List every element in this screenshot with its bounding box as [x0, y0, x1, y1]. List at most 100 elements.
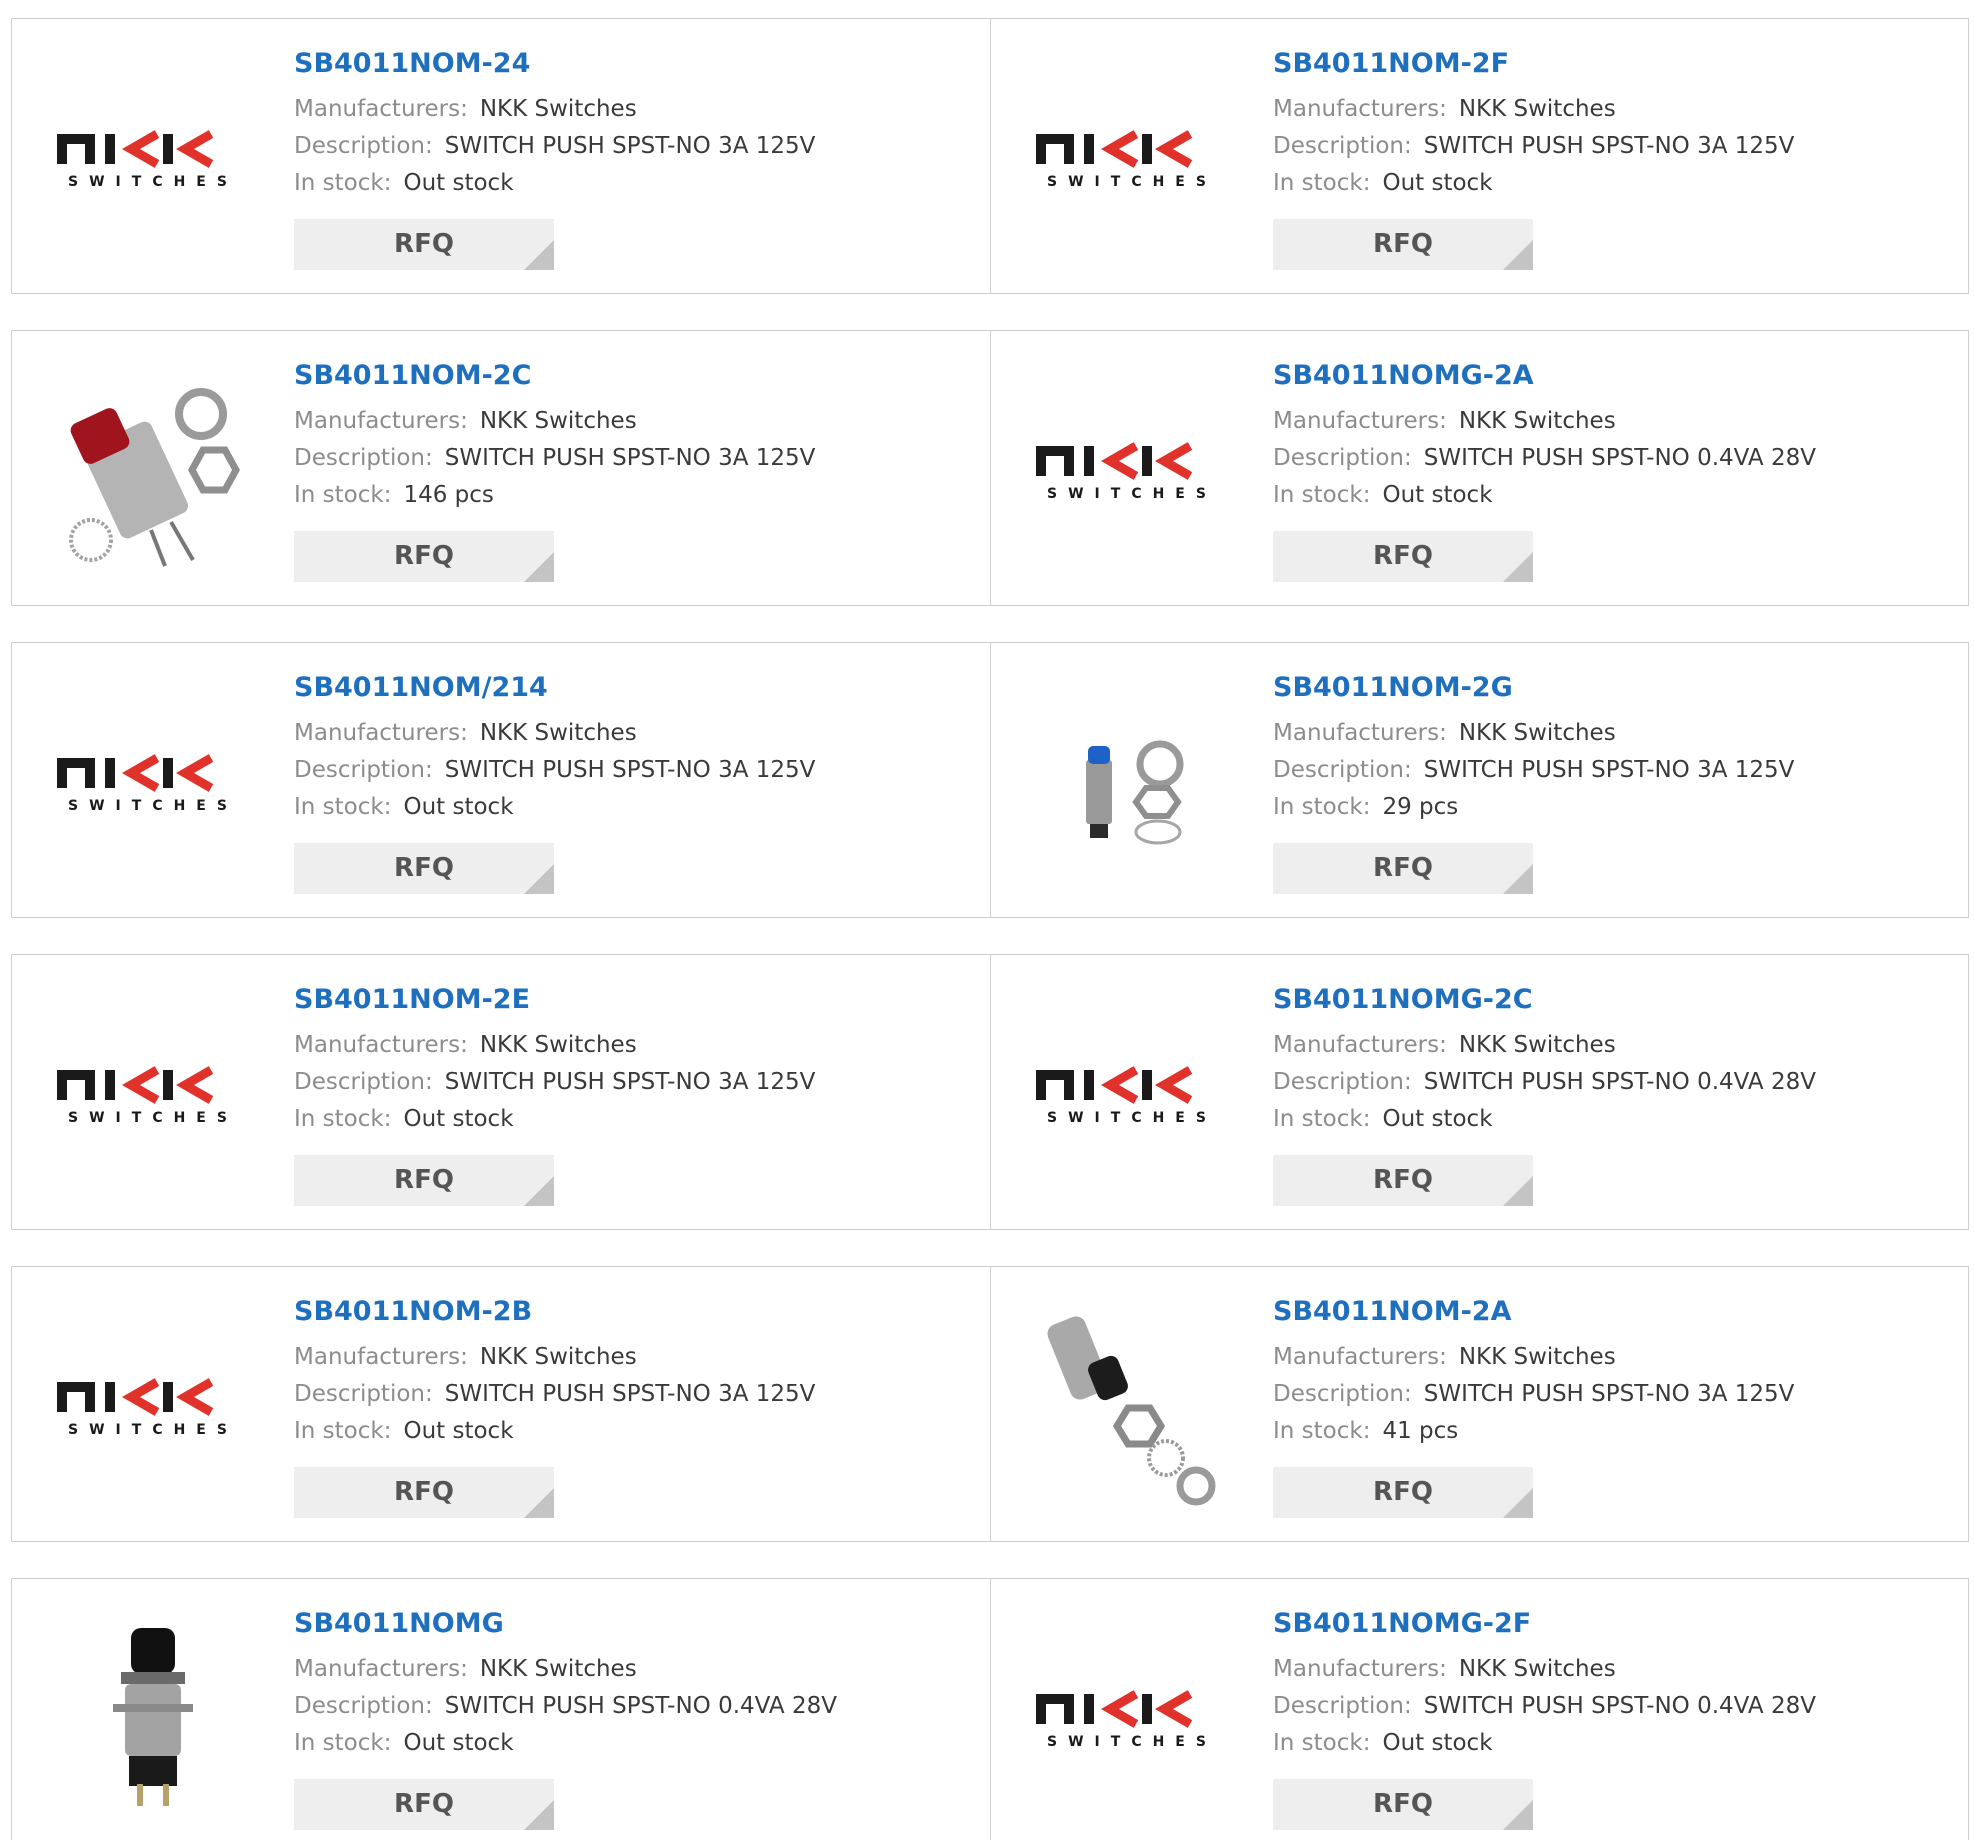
manufacturer-label: Manufacturers:: [1273, 96, 1447, 122]
product-image[interactable]: SWITCHES: [52, 1305, 254, 1507]
rfq-button[interactable]: RFQ: [294, 531, 554, 582]
part-number-link[interactable]: SB4011NOM-2G: [1273, 671, 1958, 705]
product-image[interactable]: [1031, 681, 1233, 883]
description-row: Description: SWITCH PUSH SPST-NO 3A 125V: [294, 1376, 980, 1413]
part-number-link[interactable]: SB4011NOM-24: [294, 47, 980, 81]
stock-label: In stock:: [1273, 170, 1371, 196]
rfq-button[interactable]: RFQ: [294, 1467, 554, 1518]
stock-value: 29 pcs: [1382, 794, 1459, 820]
product-image[interactable]: [52, 369, 254, 571]
part-number-link[interactable]: SB4011NOM-2A: [1273, 1295, 1958, 1329]
stock-row: In stock: Out stock: [1273, 1101, 1958, 1138]
product-info: SB4011NOM-2F Manufacturers: NKK Switches De…: [1273, 47, 1958, 202]
product-grid: SWITCHES SB4011NOM-24 Manufacturers: NKK Sw…: [0, 0, 1974, 1840]
manufacturer-row: Manufacturers: NKK Switches: [1273, 715, 1958, 752]
stock-value: 146 pcs: [403, 482, 494, 508]
description-label: Description:: [1273, 1693, 1412, 1719]
description-row: Description: SWITCH PUSH SPST-NO 0.4VA 28…: [1273, 1688, 1958, 1725]
rfq-label: RFQ: [1373, 1165, 1433, 1195]
manufacturer-value: NKK Switches: [479, 1032, 637, 1058]
manufacturer-label: Manufacturers:: [294, 1656, 468, 1682]
product-image[interactable]: [52, 1617, 254, 1819]
description-value: SWITCH PUSH SPST-NO 3A 125V: [444, 445, 816, 471]
rfq-label: RFQ: [394, 541, 454, 571]
part-number-link[interactable]: SB4011NOMG: [294, 1607, 980, 1641]
part-number-link[interactable]: SB4011NOM-2B: [294, 1295, 980, 1329]
stock-label: In stock:: [294, 170, 392, 196]
manufacturer-label: Manufacturers:: [294, 96, 468, 122]
product-image[interactable]: SWITCHES: [52, 681, 254, 883]
part-number-link[interactable]: SB4011NOMG-2F: [1273, 1607, 1958, 1641]
corner-triangle-icon: [1503, 1800, 1533, 1830]
stock-value: Out stock: [403, 170, 514, 196]
description-row: Description: SWITCH PUSH SPST-NO 3A 125V: [1273, 1376, 1958, 1413]
rfq-button[interactable]: RFQ: [1273, 843, 1533, 894]
description-label: Description:: [294, 445, 433, 471]
stock-label: In stock:: [294, 482, 392, 508]
description-label: Description:: [1273, 133, 1412, 159]
stock-value: Out stock: [1382, 1730, 1493, 1756]
manufacturer-label: Manufacturers:: [1273, 1032, 1447, 1058]
part-number-link[interactable]: SB4011NOM-2F: [1273, 47, 1958, 81]
product-image[interactable]: SWITCHES: [1031, 1617, 1233, 1819]
product-image[interactable]: [1031, 1305, 1233, 1507]
stock-row: In stock: Out stock: [294, 789, 980, 826]
rfq-label: RFQ: [1373, 229, 1433, 259]
logo-text: SWITCHES: [68, 798, 238, 814]
stock-row: In stock: Out stock: [294, 1725, 980, 1762]
product-info: SB4011NOM-2E Manufacturers: NKK Switches De…: [294, 983, 980, 1138]
product-info: SB4011NOMG Manufacturers: NKK Switches Desc…: [294, 1607, 980, 1762]
stock-label: In stock:: [294, 1106, 392, 1132]
stock-label: In stock:: [294, 794, 392, 820]
product-image[interactable]: SWITCHES: [1031, 993, 1233, 1195]
stock-row: In stock: Out stock: [1273, 1725, 1958, 1762]
stock-value: Out stock: [403, 1418, 514, 1444]
stock-label: In stock:: [1273, 1418, 1371, 1444]
part-number-link[interactable]: SB4011NOMG-2A: [1273, 359, 1958, 393]
logo-text: SWITCHES: [1047, 1110, 1217, 1126]
stock-label: In stock:: [1273, 794, 1371, 820]
product-image[interactable]: SWITCHES: [52, 993, 254, 1195]
rfq-button[interactable]: RFQ: [1273, 1467, 1533, 1518]
part-number-link[interactable]: SB4011NOM-2C: [294, 359, 980, 393]
manufacturer-label: Manufacturers:: [1273, 1344, 1447, 1370]
product-image[interactable]: SWITCHES: [1031, 369, 1233, 571]
description-value: SWITCH PUSH SPST-NO 0.4VA 28V: [444, 1693, 837, 1719]
manufacturer-row: Manufacturers: NKK Switches: [294, 715, 980, 752]
product-image[interactable]: SWITCHES: [1031, 57, 1233, 259]
rfq-button[interactable]: RFQ: [1273, 531, 1533, 582]
stock-value: 41 pcs: [1382, 1418, 1459, 1444]
stock-row: In stock: Out stock: [294, 1101, 980, 1138]
rfq-button[interactable]: RFQ: [294, 843, 554, 894]
rfq-button[interactable]: RFQ: [1273, 219, 1533, 270]
rfq-label: RFQ: [1373, 853, 1433, 883]
rfq-button[interactable]: RFQ: [1273, 1155, 1533, 1206]
rfq-button[interactable]: RFQ: [294, 1779, 554, 1830]
stock-label: In stock:: [1273, 1730, 1371, 1756]
part-number-link[interactable]: SB4011NOMG-2C: [1273, 983, 1958, 1017]
rfq-button[interactable]: RFQ: [294, 1155, 554, 1206]
rfq-button[interactable]: RFQ: [294, 219, 554, 270]
product-row: SB4011NOMG Manufacturers: NKK Switches Desc…: [11, 1578, 1969, 1840]
product-image[interactable]: SWITCHES: [52, 57, 254, 259]
manufacturer-row: Manufacturers: NKK Switches: [1273, 91, 1958, 128]
product-row: SB4011NOM-2C Manufacturers: NKK Switches De…: [11, 330, 1969, 606]
manufacturer-row: Manufacturers: NKK Switches: [1273, 1027, 1958, 1064]
description-row: Description: SWITCH PUSH SPST-NO 0.4VA 28…: [1273, 1064, 1958, 1101]
part-number-link[interactable]: SB4011NOM-2E: [294, 983, 980, 1017]
product-card: SWITCHES SB4011NOMG-2F Manufacturers: NKK S…: [990, 1579, 1968, 1840]
corner-triangle-icon: [524, 864, 554, 894]
part-number-link[interactable]: SB4011NOM/214: [294, 671, 980, 705]
rfq-button[interactable]: RFQ: [1273, 1779, 1533, 1830]
product-info: SB4011NOM/214 Manufacturers: NKK Switches D…: [294, 671, 980, 826]
stock-label: In stock:: [294, 1730, 392, 1756]
corner-triangle-icon: [1503, 240, 1533, 270]
description-value: SWITCH PUSH SPST-NO 3A 125V: [1423, 133, 1795, 159]
description-row: Description: SWITCH PUSH SPST-NO 3A 125V: [1273, 752, 1958, 789]
description-row: Description: SWITCH PUSH SPST-NO 3A 125V: [294, 128, 980, 165]
product-card: SWITCHES SB4011NOM-24 Manufacturers: NKK Sw…: [12, 19, 990, 293]
manufacturer-row: Manufacturers: NKK Switches: [1273, 1339, 1958, 1376]
description-label: Description:: [1273, 1381, 1412, 1407]
description-row: Description: SWITCH PUSH SPST-NO 3A 125V: [1273, 128, 1958, 165]
product-row: SWITCHES SB4011NOM-24 Manufacturers: NKK Sw…: [11, 18, 1969, 294]
